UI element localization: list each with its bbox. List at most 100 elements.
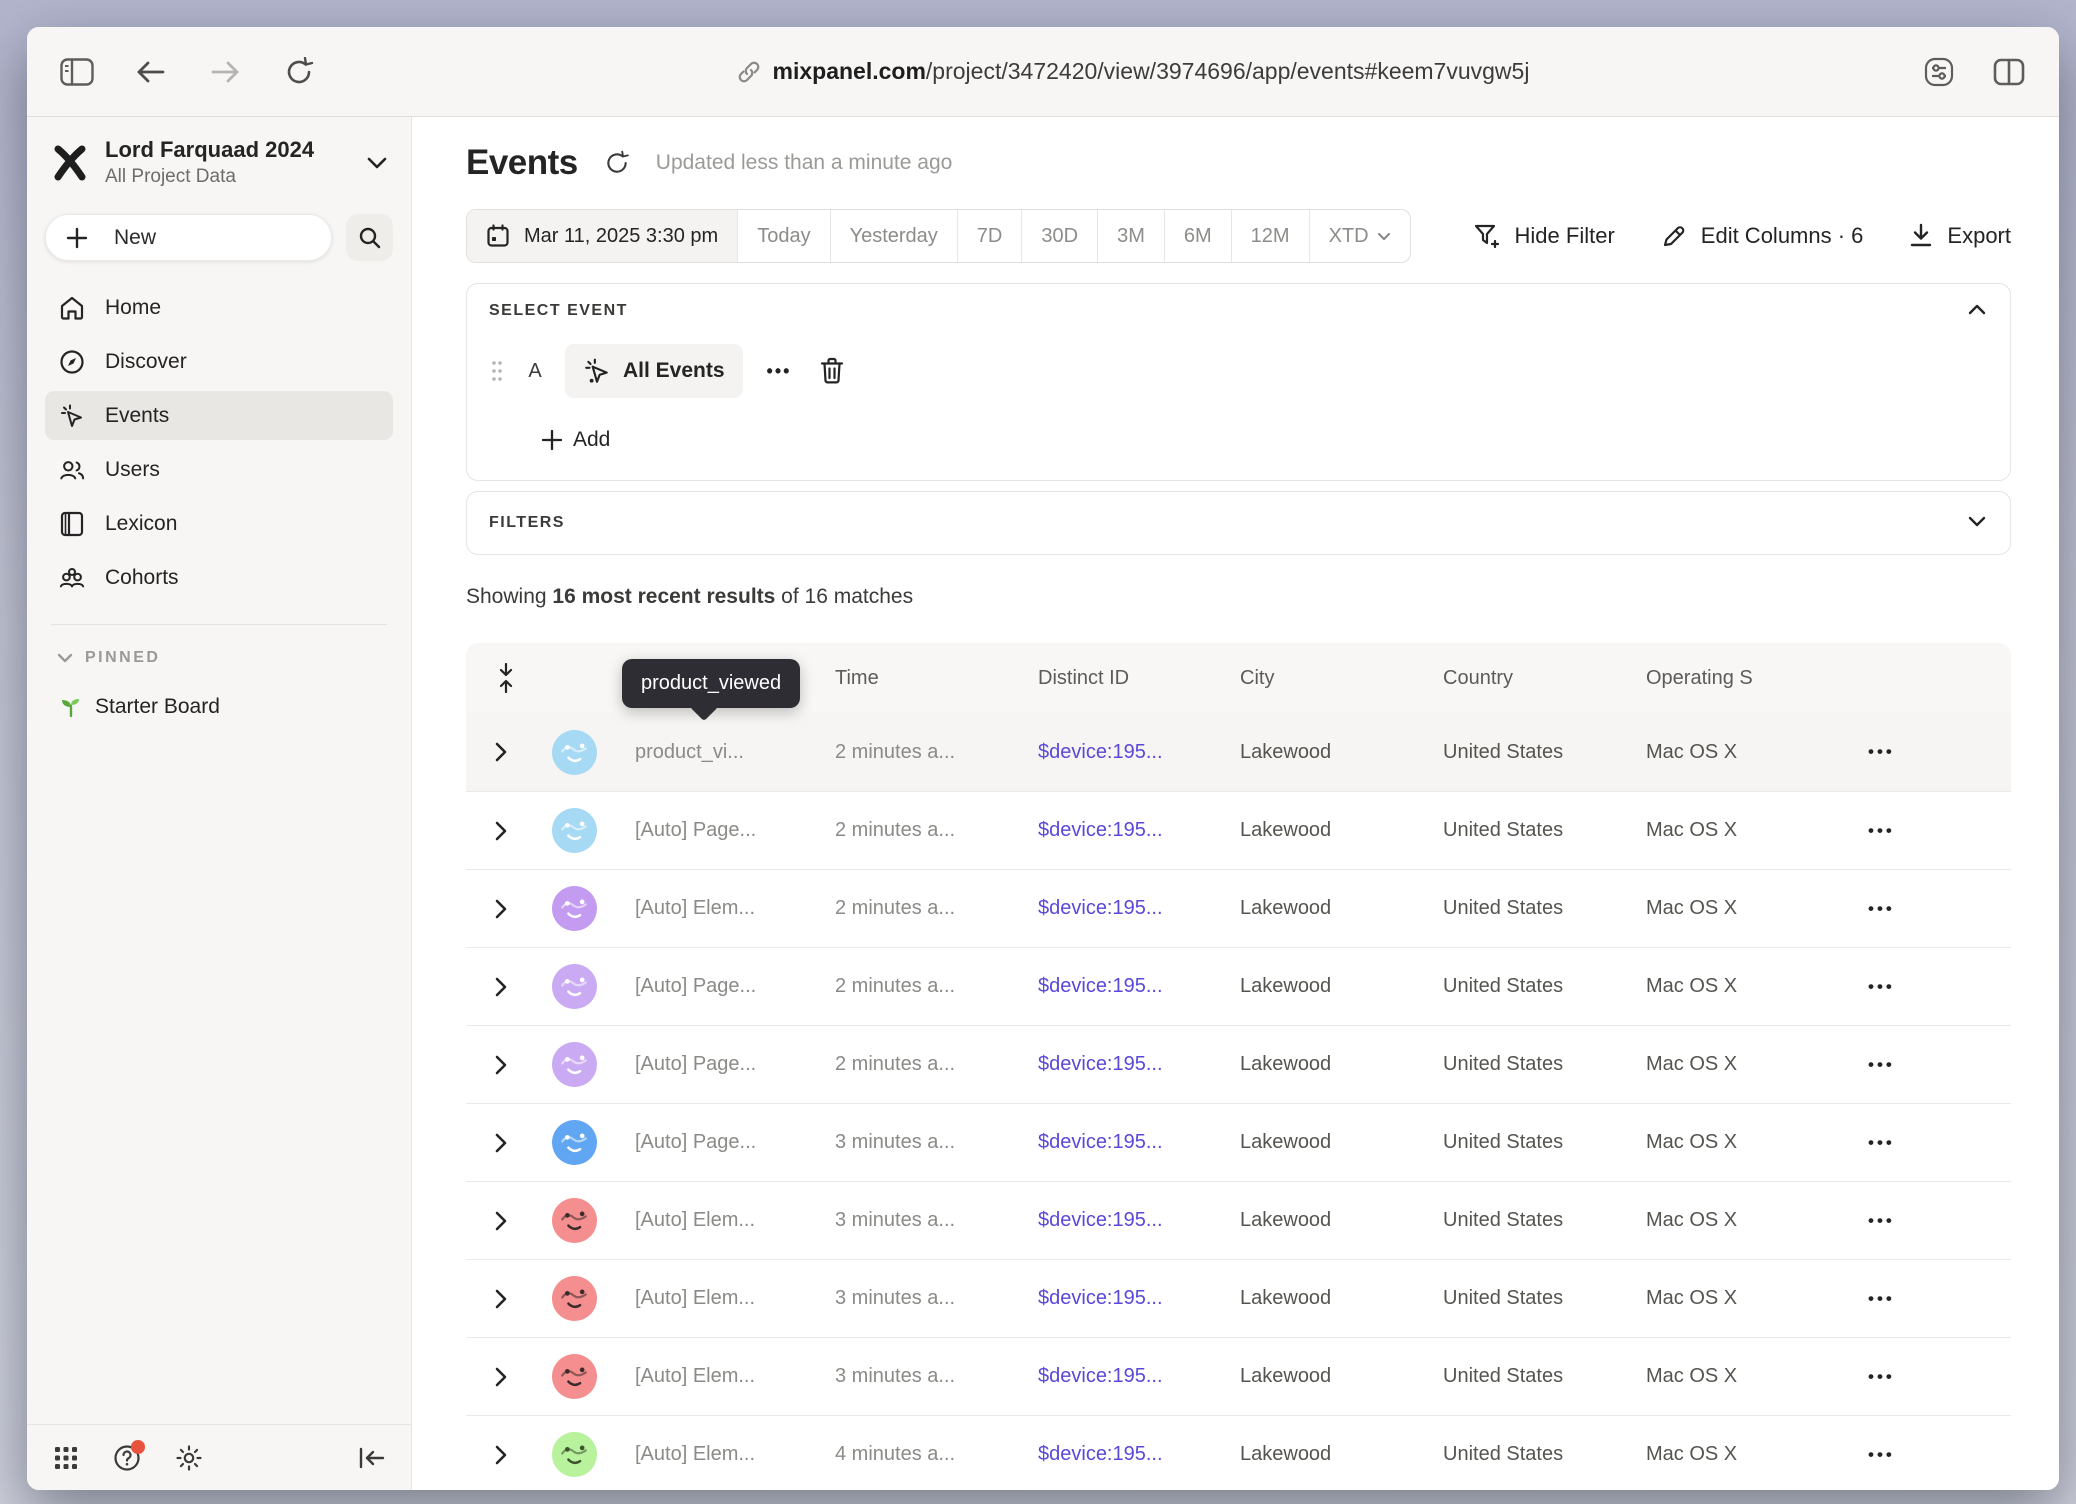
sidebar-item-discover[interactable]: Discover: [45, 337, 393, 386]
row-expand-chevron-icon[interactable]: [489, 1127, 514, 1159]
sidebar-item-lexicon[interactable]: Lexicon: [45, 499, 393, 548]
row-actions-button[interactable]: •••: [1868, 742, 1895, 762]
date-picker-button[interactable]: Mar 11, 2025 3:30 pm: [467, 210, 737, 262]
sidebar-item-home[interactable]: Home: [45, 283, 393, 332]
distinct-id-link[interactable]: $device:195...: [1038, 1365, 1240, 1388]
row-expand-chevron-icon[interactable]: [489, 815, 514, 847]
row-expand-chevron-icon[interactable]: [489, 971, 514, 1003]
range-3m[interactable]: 3M: [1097, 210, 1164, 262]
event-name[interactable]: [Auto] Elem...: [635, 1365, 755, 1388]
hide-filter-button[interactable]: Hide Filter: [1473, 223, 1615, 249]
event-name[interactable]: [Auto] Elem...: [635, 897, 755, 920]
apps-grid-icon[interactable]: [53, 1445, 79, 1471]
date-range-label: Mar 11, 2025 3:30 pm: [524, 225, 718, 248]
refresh-icon[interactable]: [604, 150, 630, 176]
new-button[interactable]: New: [45, 214, 332, 261]
row-actions-button[interactable]: •••: [1868, 1133, 1895, 1153]
settings-gear-icon[interactable]: [175, 1444, 203, 1472]
column-header-city[interactable]: City: [1240, 667, 1443, 690]
distinct-id-link[interactable]: $device:195...: [1038, 1287, 1240, 1310]
drag-handle-icon[interactable]: [489, 356, 505, 386]
sidebar-item-starter-board[interactable]: Starter Board: [59, 695, 393, 719]
events-cursor-icon: [59, 403, 85, 429]
browser-reload-icon[interactable]: [277, 50, 321, 94]
event-name[interactable]: [Auto] Elem...: [635, 1443, 755, 1466]
pinned-item-label: Starter Board: [95, 695, 220, 719]
os-value: Mac OS X: [1646, 1365, 1850, 1388]
row-expand-chevron-icon[interactable]: [489, 1283, 514, 1315]
row-expand-chevron-icon[interactable]: [489, 1205, 514, 1237]
expand-filters-chevron-down-icon[interactable]: [1968, 516, 1986, 527]
edit-columns-button[interactable]: Edit Columns · 6: [1661, 223, 1864, 249]
distinct-id-link[interactable]: $device:195...: [1038, 897, 1240, 920]
distinct-id-link[interactable]: $device:195...: [1038, 741, 1240, 764]
sidebar-item-users[interactable]: Users: [45, 445, 393, 494]
range-yesterday[interactable]: Yesterday: [830, 210, 957, 262]
distinct-id-link[interactable]: $device:195...: [1038, 1131, 1240, 1154]
column-header-os[interactable]: Operating S: [1646, 667, 1850, 690]
project-switcher[interactable]: Lord Farquaad 2024 All Project Data: [45, 131, 393, 188]
row-expand-chevron-icon[interactable]: [489, 1361, 514, 1393]
browser-split-view-icon[interactable]: [1987, 50, 2031, 94]
row-actions-button[interactable]: •••: [1868, 1055, 1895, 1075]
sidebar-item-cohorts[interactable]: Cohorts: [45, 553, 393, 602]
city-value: Lakewood: [1240, 819, 1443, 842]
event-name[interactable]: [Auto] Page...: [635, 1131, 756, 1154]
row-actions-button[interactable]: •••: [1868, 977, 1895, 997]
search-icon: [358, 226, 382, 250]
browser-sidebar-toggle-icon[interactable]: [55, 50, 99, 94]
column-header-distinct-id[interactable]: Distinct ID: [1038, 667, 1240, 690]
help-icon[interactable]: [113, 1444, 141, 1472]
all-events-label: All Events: [623, 359, 725, 383]
distinct-id-link[interactable]: $device:195...: [1038, 1443, 1240, 1466]
pinned-section-toggle[interactable]: PINNED: [57, 649, 393, 667]
browser-page-settings-icon[interactable]: [1917, 50, 1961, 94]
event-avatar: [552, 964, 597, 1009]
address-bar[interactable]: mixpanel.com/project/3472420/view/397469…: [385, 58, 1881, 85]
range-7d[interactable]: 7D: [957, 210, 1022, 262]
row-actions-button[interactable]: •••: [1868, 1289, 1895, 1309]
event-name[interactable]: [Auto] Elem...: [635, 1287, 755, 1310]
os-value: Mac OS X: [1646, 1287, 1850, 1310]
range-6m[interactable]: 6M: [1164, 210, 1231, 262]
distinct-id-link[interactable]: $device:195...: [1038, 975, 1240, 998]
plus-icon: [66, 227, 88, 249]
row-actions-button[interactable]: •••: [1868, 899, 1895, 919]
browser-forward-icon[interactable]: [203, 50, 247, 94]
export-button[interactable]: Export: [1909, 223, 2011, 249]
row-expand-chevron-icon[interactable]: [489, 1049, 514, 1081]
range-xtd[interactable]: XTD: [1309, 210, 1410, 262]
distinct-id-link[interactable]: $device:195...: [1038, 819, 1240, 842]
select-event-title: SELECT EVENT: [489, 302, 1988, 320]
row-actions-button[interactable]: •••: [1868, 821, 1895, 841]
delete-event-trash-icon[interactable]: [815, 353, 849, 389]
row-actions-button[interactable]: •••: [1868, 1367, 1895, 1387]
search-button[interactable]: [346, 214, 393, 261]
event-name[interactable]: [Auto] Page...: [635, 975, 756, 998]
row-actions-button[interactable]: •••: [1868, 1445, 1895, 1465]
distinct-id-link[interactable]: $device:195...: [1038, 1053, 1240, 1076]
range-30d[interactable]: 30D: [1021, 210, 1097, 262]
column-header-country[interactable]: Country: [1443, 667, 1646, 690]
row-expand-chevron-icon[interactable]: [489, 736, 514, 768]
add-event-button[interactable]: Add: [541, 428, 651, 452]
row-expand-chevron-icon[interactable]: [489, 893, 514, 925]
collapse-sidebar-icon[interactable]: [357, 1446, 385, 1470]
collapse-card-chevron-up-icon[interactable]: [1968, 304, 1986, 315]
row-actions-button[interactable]: •••: [1868, 1211, 1895, 1231]
distinct-id-link[interactable]: $device:195...: [1038, 1209, 1240, 1232]
event-name[interactable]: [Auto] Page...: [635, 819, 756, 842]
sidebar-item-events[interactable]: Events: [45, 391, 393, 440]
range-12m[interactable]: 12M: [1231, 210, 1309, 262]
event-more-options-button[interactable]: •••: [747, 361, 812, 382]
collapse-rows-icon[interactable]: [466, 663, 546, 693]
browser-back-icon[interactable]: [129, 50, 173, 94]
all-events-button[interactable]: All Events: [565, 344, 743, 398]
event-name[interactable]: [Auto] Elem...: [635, 1209, 755, 1232]
event-avatar: [552, 1276, 597, 1321]
event-name[interactable]: [Auto] Page...: [635, 1053, 756, 1076]
event-name[interactable]: product_vi...: [635, 741, 744, 764]
range-today[interactable]: Today: [737, 210, 829, 262]
column-header-time[interactable]: Time: [835, 667, 1038, 690]
row-expand-chevron-icon[interactable]: [489, 1439, 514, 1471]
